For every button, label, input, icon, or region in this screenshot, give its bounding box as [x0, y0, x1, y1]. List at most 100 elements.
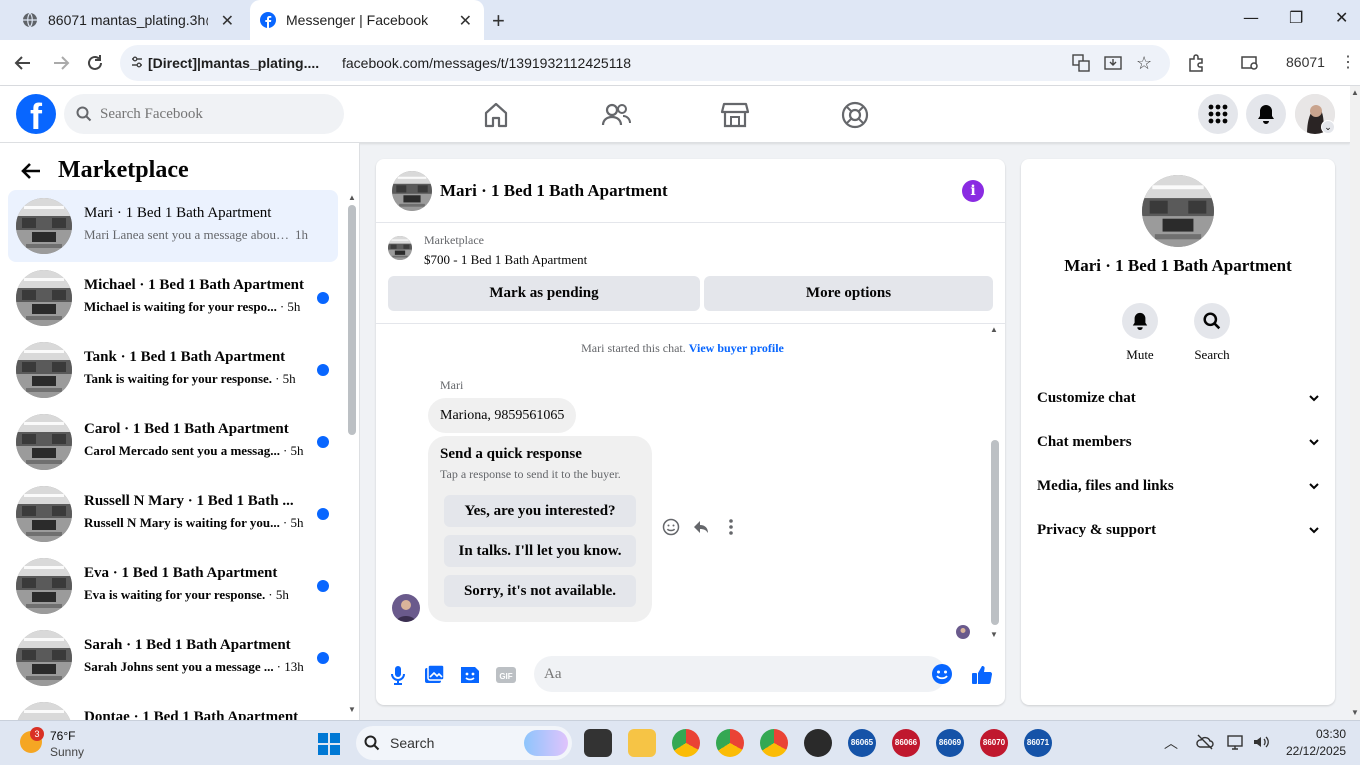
thread-scrollbar[interactable]: ▲ ▼ — [990, 325, 1000, 641]
sender-avatar[interactable] — [392, 594, 420, 622]
chrome-icon[interactable] — [672, 729, 700, 757]
system-clock[interactable]: 03:30 22/12/2025 — [1286, 727, 1346, 758]
inbox-scrollbar[interactable]: ▲ ▼ — [346, 193, 356, 714]
scroll-up-icon[interactable]: ▲ — [1351, 88, 1359, 97]
search-input[interactable] — [100, 105, 320, 123]
listing-thumbnail[interactable] — [388, 236, 412, 260]
maximize-icon[interactable]: ❐ — [1289, 8, 1303, 27]
chat-members-section[interactable]: Chat members — [1037, 422, 1321, 462]
search-in-chat-button[interactable]: Search — [1182, 303, 1242, 363]
conversation-row[interactable]: Dontae · 1 Bed 1 Bath Apartment — [8, 694, 338, 720]
file-explorer-icon[interactable] — [628, 729, 656, 757]
media-files-links-section[interactable]: Media, files and links — [1037, 466, 1321, 506]
taskbar-search[interactable]: Search — [356, 726, 572, 760]
forward-icon[interactable] — [50, 52, 72, 74]
taskbar-profile-app[interactable]: 86071 — [1024, 729, 1052, 757]
microphone-icon[interactable] — [386, 663, 410, 687]
reply-icon[interactable] — [692, 518, 710, 536]
gif-icon[interactable]: GIF — [494, 663, 518, 687]
close-tab-icon[interactable]: ✕ — [459, 11, 472, 31]
site-settings-icon[interactable] — [130, 55, 144, 69]
chrome-profile-icon[interactable] — [760, 729, 788, 757]
chat-avatar[interactable] — [392, 171, 432, 211]
gaming-icon[interactable] — [840, 100, 870, 130]
taskbar-profile-app[interactable]: 86069 — [936, 729, 964, 757]
mute-button[interactable]: Mute — [1110, 303, 1170, 363]
listing-price[interactable]: $700 - 1 Bed 1 Bath Apartment — [424, 252, 587, 268]
customize-chat-section[interactable]: Customize chat — [1037, 378, 1321, 418]
conversation-row[interactable]: Mari · 1 Bed 1 Bath Apartment Mari Lanea … — [8, 190, 338, 262]
message-input[interactable] — [534, 656, 946, 692]
chrome-profile-icon[interactable] — [716, 729, 744, 757]
browser-tab-2[interactable]: Messenger | Facebook ✕ — [250, 0, 484, 40]
scroll-down-icon[interactable]: ▼ — [1351, 708, 1359, 717]
task-view-icon[interactable] — [584, 729, 612, 757]
scroll-up-icon[interactable]: ▲ — [990, 325, 998, 334]
taskbar-profile-app[interactable]: 86065 — [848, 729, 876, 757]
start-icon[interactable] — [318, 733, 340, 755]
menu-grid-button[interactable] — [1198, 94, 1238, 134]
taskbar-profile-app[interactable]: 86066 — [892, 729, 920, 757]
install-app-icon[interactable] — [1104, 54, 1122, 72]
bookmark-star-icon[interactable]: ☆ — [1136, 53, 1152, 74]
translate-icon[interactable] — [1072, 54, 1090, 72]
sticker-icon[interactable] — [458, 663, 482, 687]
taskbar-search-label: Search — [390, 735, 435, 751]
scroll-up-icon[interactable]: ▲ — [348, 193, 356, 202]
scrollbar-thumb[interactable] — [991, 440, 999, 625]
network-icon[interactable] — [1226, 733, 1244, 751]
privacy-support-section[interactable]: Privacy & support — [1037, 510, 1321, 550]
conversation-row[interactable]: Tank · 1 Bed 1 Bath Apartment Tank is wai… — [8, 334, 338, 406]
cloud-off-icon[interactable] — [1196, 733, 1214, 751]
volume-icon[interactable] — [1252, 733, 1270, 751]
marketplace-icon[interactable] — [720, 100, 750, 130]
new-tab-button[interactable]: + — [492, 8, 505, 34]
account-chevron-icon[interactable]: ⌄ — [1321, 120, 1335, 134]
scroll-down-icon[interactable]: ▼ — [348, 705, 356, 714]
chevron-up-icon[interactable]: ︿ — [1164, 733, 1178, 753]
like-thumb-icon[interactable] — [970, 663, 994, 687]
back-arrow-icon[interactable] — [20, 160, 42, 182]
back-icon[interactable] — [12, 52, 34, 74]
chat-title[interactable]: Mari · 1 Bed 1 Bath Apartment — [440, 181, 668, 201]
close-tab-icon[interactable]: ✕ — [221, 11, 234, 31]
taskbar-profile-app[interactable]: 86070 — [980, 729, 1008, 757]
facebook-logo[interactable]: f — [16, 94, 56, 134]
url-bar[interactable]: [Direct]|mantas_plating.... facebook.com… — [120, 45, 1170, 81]
minimize-icon[interactable]: — — [1243, 8, 1259, 27]
app-icon[interactable] — [804, 729, 832, 757]
conversation-name: Michael · 1 Bed 1 Bath Apartment — [84, 277, 304, 293]
info-icon[interactable]: i — [962, 180, 984, 202]
reload-icon[interactable] — [84, 52, 106, 74]
conversation-row[interactable]: Carol · 1 Bed 1 Bath Apartment Carol Merc… — [8, 406, 338, 478]
contact-avatar[interactable] — [1142, 175, 1214, 247]
quick-reply-button[interactable]: In talks. I'll let you know. — [444, 535, 636, 567]
conversation-row[interactable]: Michael · 1 Bed 1 Bath Apartment Michael … — [8, 262, 338, 334]
facebook-search[interactable] — [64, 94, 344, 134]
conversation-row[interactable]: Eva · 1 Bed 1 Bath Apartment Eva is waiti… — [8, 550, 338, 622]
close-window-icon[interactable]: ✕ — [1335, 8, 1348, 27]
friends-icon[interactable] — [601, 100, 631, 130]
view-buyer-profile-link[interactable]: View buyer profile — [689, 341, 784, 355]
browser-tab-1[interactable]: 86071 mantas_plating.3h@ ✕ — [8, 0, 246, 40]
react-emoji-icon[interactable] — [662, 518, 680, 536]
conversation-row[interactable]: Sarah · 1 Bed 1 Bath Apartment Sarah John… — [8, 622, 338, 694]
photo-icon[interactable] — [422, 663, 446, 687]
scroll-down-icon[interactable]: ▼ — [990, 630, 998, 639]
home-icon[interactable] — [481, 100, 511, 130]
tab-search-icon[interactable] — [1240, 53, 1260, 73]
scrollbar-thumb[interactable] — [348, 205, 356, 435]
browser-profile-label[interactable]: 86071 — [1286, 54, 1325, 70]
notifications-button[interactable] — [1246, 94, 1286, 134]
mark-pending-button[interactable]: Mark as pending — [388, 276, 700, 311]
conversation-row[interactable]: Russell N Mary · 1 Bed 1 Bath ... Russell… — [8, 478, 338, 550]
extensions-icon[interactable] — [1186, 53, 1206, 73]
browser-menu-icon[interactable]: ⋮ — [1340, 52, 1356, 72]
emoji-icon[interactable] — [931, 663, 955, 687]
quick-reply-button[interactable]: Yes, are you interested? — [444, 495, 636, 527]
more-dots-icon[interactable] — [722, 518, 740, 536]
more-options-button[interactable]: More options — [704, 276, 993, 311]
quick-reply-button[interactable]: Sorry, it's not available. — [444, 575, 636, 607]
page-scrollbar[interactable]: ▲ ▼ — [1350, 86, 1360, 720]
message-bubble[interactable]: Mariona, 9859561065 — [428, 398, 577, 433]
